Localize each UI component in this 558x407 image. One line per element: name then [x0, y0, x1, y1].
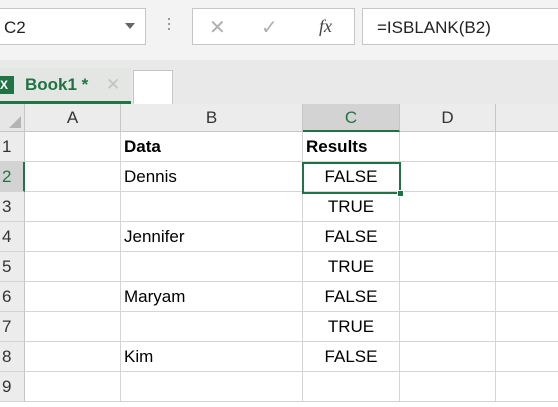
cell-d1[interactable] — [400, 132, 496, 162]
close-icon[interactable]: ✕ — [106, 75, 120, 95]
formula-bar: C2 ✕ ✓ fx =ISBLANK(B2) — [0, 0, 558, 60]
row-header-8[interactable]: 8 — [0, 342, 25, 372]
row-header-1[interactable]: 1 — [0, 132, 25, 162]
cell-c4[interactable]: FALSE — [303, 222, 400, 252]
workbook-tab-strip: X Book1 * ✕ — [0, 60, 558, 104]
cell-d6[interactable] — [400, 282, 496, 312]
cell-c3[interactable]: TRUE — [303, 192, 400, 222]
cell-c5[interactable]: TRUE — [303, 252, 400, 282]
excel-icon: X — [0, 76, 14, 94]
cell-b4[interactable]: Jennifer — [121, 222, 303, 252]
column-header-a[interactable]: A — [25, 104, 121, 132]
cell-b7[interactable] — [121, 312, 303, 342]
workbook-tab[interactable]: X Book1 * ✕ — [0, 68, 131, 104]
workbook-name: Book1 * — [25, 75, 89, 94]
cell-c1[interactable]: Results — [303, 132, 400, 162]
cell-d4[interactable] — [400, 222, 496, 252]
cancel-icon[interactable]: ✕ — [209, 15, 226, 40]
chevron-down-icon[interactable] — [125, 23, 135, 29]
cell-e3[interactable] — [496, 192, 558, 222]
cell-a2[interactable] — [25, 162, 121, 192]
row-header-7[interactable]: 7 — [0, 312, 25, 342]
cell-a5[interactable] — [25, 252, 121, 282]
column-header-b[interactable]: B — [121, 104, 303, 132]
column-header-c[interactable]: C — [303, 104, 400, 132]
cell-a6[interactable] — [25, 282, 121, 312]
cell-c7[interactable]: TRUE — [303, 312, 400, 342]
cell-b2[interactable]: Dennis — [121, 162, 303, 192]
cell-c6[interactable]: FALSE — [303, 282, 400, 312]
column-header-d[interactable]: D — [400, 104, 496, 132]
cell-e9[interactable] — [496, 372, 558, 402]
fill-handle[interactable] — [397, 190, 404, 197]
cell-a3[interactable] — [25, 192, 121, 222]
cell-c2[interactable]: FALSE — [303, 162, 400, 192]
cell-a4[interactable] — [25, 222, 121, 252]
cell-c9[interactable] — [303, 372, 400, 402]
cell-a7[interactable] — [25, 312, 121, 342]
cell-b9[interactable] — [121, 372, 303, 402]
cell-b1[interactable]: Data — [121, 132, 303, 162]
cell-a1[interactable] — [25, 132, 121, 162]
cell-e1[interactable] — [496, 132, 558, 162]
cell-b8[interactable]: Kim — [121, 342, 303, 372]
formula-input[interactable]: =ISBLANK(B2) — [362, 8, 558, 45]
cell-b3[interactable] — [121, 192, 303, 222]
name-box-value: C2 — [4, 18, 26, 37]
formula-bar-grip — [168, 18, 170, 36]
cell-c8[interactable]: FALSE — [303, 342, 400, 372]
row-header-3[interactable]: 3 — [0, 192, 25, 222]
row-header-6[interactable]: 6 — [0, 282, 25, 312]
cell-b6[interactable]: Maryam — [121, 282, 303, 312]
row-header-4[interactable]: 4 — [0, 222, 25, 252]
cell-d9[interactable] — [400, 372, 496, 402]
cell-d5[interactable] — [400, 252, 496, 282]
cell-e5[interactable] — [496, 252, 558, 282]
row-header-5[interactable]: 5 — [0, 252, 25, 282]
formula-text: =ISBLANK(B2) — [377, 18, 491, 37]
cell-d2[interactable] — [400, 162, 496, 192]
cell-d7[interactable] — [400, 312, 496, 342]
cell-e2[interactable] — [496, 162, 558, 192]
cell-d8[interactable] — [400, 342, 496, 372]
select-all-button[interactable] — [0, 104, 25, 132]
name-box[interactable]: C2 — [0, 8, 146, 45]
cell-b5[interactable] — [121, 252, 303, 282]
insert-function-icon[interactable]: fx — [319, 16, 332, 37]
row-header-2[interactable]: 2 — [0, 162, 25, 192]
spreadsheet-grid: A B C D 1 2 3 4 5 6 7 8 9 Data Results D… — [0, 104, 558, 407]
cell-e4[interactable] — [496, 222, 558, 252]
cell-e8[interactable] — [496, 342, 558, 372]
column-header-e-partial[interactable] — [496, 104, 558, 132]
cell-a9[interactable] — [25, 372, 121, 402]
cell-e6[interactable] — [496, 282, 558, 312]
cell-e7[interactable] — [496, 312, 558, 342]
row-header-9[interactable]: 9 — [0, 372, 25, 402]
formula-buttons: ✕ ✓ fx — [192, 8, 355, 45]
cell-a8[interactable] — [25, 342, 121, 372]
enter-icon[interactable]: ✓ — [261, 15, 278, 40]
cell-d3[interactable] — [400, 192, 496, 222]
new-workbook-tab[interactable] — [133, 70, 173, 104]
